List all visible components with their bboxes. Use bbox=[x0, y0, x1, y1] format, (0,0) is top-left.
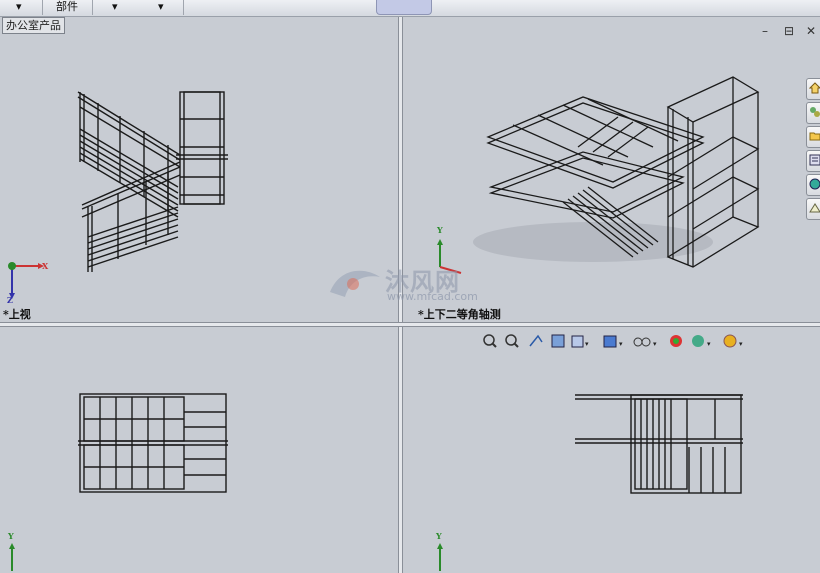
minimize-button[interactable]: – bbox=[762, 24, 768, 38]
watermark-logo bbox=[330, 270, 380, 297]
view-orientation-icon: ▾ bbox=[571, 335, 589, 348]
svg-text:▾: ▾ bbox=[707, 340, 711, 348]
toolbar-dropdown-3[interactable]: ▾ bbox=[158, 0, 164, 15]
folder-icon[interactable] bbox=[806, 126, 820, 148]
close-button[interactable]: ✕ bbox=[806, 24, 816, 38]
apply-scene-icon: ▾ bbox=[692, 335, 711, 348]
view-label-isometric: *上下二等角轴测 bbox=[418, 308, 501, 321]
toolbar-separator bbox=[92, 0, 93, 15]
section-view-icon bbox=[551, 334, 565, 348]
triad-y-label: Y bbox=[436, 531, 442, 541]
triad-axes bbox=[437, 543, 443, 571]
parts-icon[interactable] bbox=[806, 102, 820, 124]
zoom-fit-icon bbox=[483, 334, 497, 348]
feature-tree-tag[interactable]: 办公室产品 bbox=[2, 17, 65, 34]
viewport-front-view[interactable]: Y bbox=[0, 327, 398, 573]
toolbar-dropdown-1[interactable]: ▾ bbox=[16, 0, 22, 15]
horizontal-splitter[interactable] bbox=[0, 322, 820, 327]
toolbar-separator bbox=[42, 0, 43, 15]
view-heads-up-toolbar: ▾ ▾ ▾ ▾ ▾ bbox=[483, 334, 743, 348]
edit-appearance-icon bbox=[670, 335, 682, 347]
appearance-icon[interactable] bbox=[806, 174, 820, 196]
viewport-isometric-view[interactable]: Y *上下二等角轴测 bbox=[403, 17, 820, 322]
toolbar-dropdown-2[interactable]: ▾ bbox=[112, 0, 118, 15]
home-icon[interactable] bbox=[806, 78, 820, 100]
svg-text:▾: ▾ bbox=[653, 340, 657, 348]
viewport-right-view[interactable]: Y bbox=[403, 327, 820, 573]
svg-text:▾: ▾ bbox=[619, 340, 623, 348]
triad-axes bbox=[9, 543, 15, 571]
previous-view-icon bbox=[529, 334, 543, 347]
toolbar-parts-menu[interactable]: 部件 bbox=[56, 0, 78, 15]
hide-show-icon: ▾ bbox=[633, 337, 657, 348]
watermark: 沐风网 www.mfcad.com bbox=[325, 262, 478, 306]
svg-text:▾: ▾ bbox=[585, 340, 589, 348]
watermark-subtitle: www.mfcad.com bbox=[387, 290, 478, 303]
view-settings-icon: ▾ bbox=[723, 334, 743, 348]
stair-right-view-drawing bbox=[437, 394, 743, 571]
restore-button[interactable]: ⊟ bbox=[784, 24, 794, 38]
triad-z-label: Z bbox=[7, 295, 13, 305]
triad-axes bbox=[8, 262, 44, 299]
properties-icon[interactable] bbox=[806, 150, 820, 172]
view-label-top: *上视 bbox=[3, 308, 31, 321]
zoom-area-icon bbox=[505, 334, 519, 348]
triad-y-label: Y bbox=[8, 531, 14, 541]
toolbar-separator bbox=[183, 0, 184, 15]
svg-text:▾: ▾ bbox=[739, 340, 743, 348]
custom-icon[interactable] bbox=[806, 198, 820, 220]
stair-isometric-drawing bbox=[437, 76, 760, 274]
toolbar-active-button[interactable] bbox=[376, 0, 432, 15]
triad-y-label: Y bbox=[437, 225, 443, 235]
triad-x-label: X bbox=[42, 261, 49, 271]
display-style-icon: ▾ bbox=[603, 335, 623, 348]
stair-front-view-drawing bbox=[9, 393, 228, 571]
top-toolbar: ▾ 部件 ▾ ▾ bbox=[0, 0, 820, 17]
